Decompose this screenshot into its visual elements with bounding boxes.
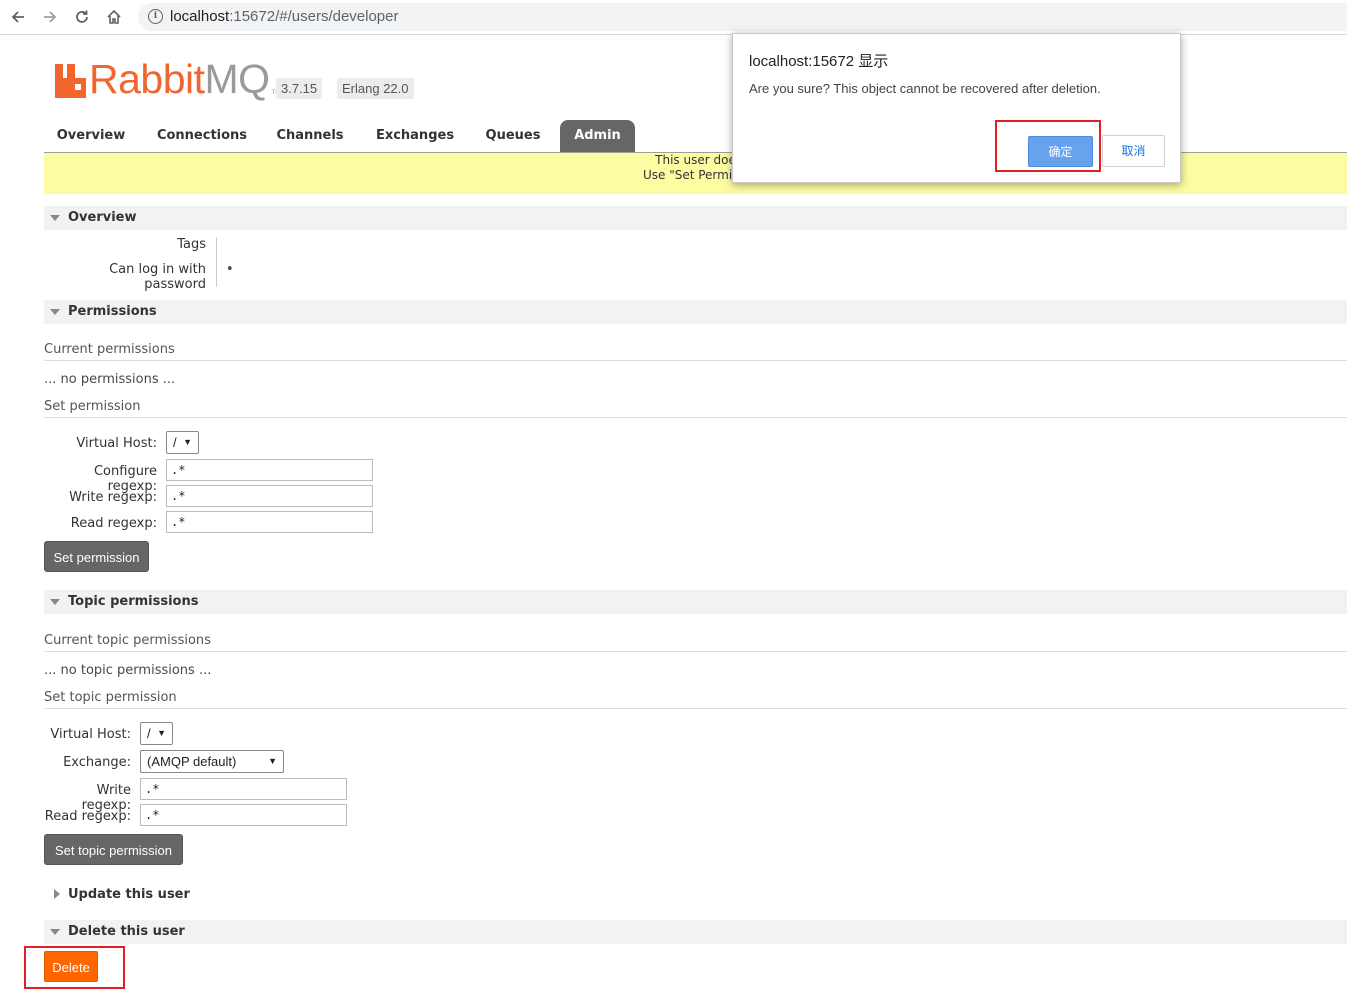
erlang-badge: Erlang 22.0 (337, 78, 414, 99)
url-host: localhost (170, 8, 230, 25)
tab-admin[interactable]: Admin (560, 120, 635, 152)
info-icon[interactable]: i (148, 9, 163, 24)
topic-vhost-select[interactable]: / ▼ (140, 722, 173, 745)
url-text[interactable]: localhost:15672/#/users/developer (170, 8, 399, 25)
write-regexp-input[interactable]: .* (166, 485, 373, 507)
forward-arrow-icon[interactable] (38, 6, 62, 28)
dropdown-caret-icon: ▼ (268, 756, 277, 766)
section-overview-header[interactable]: Overview (44, 206, 1347, 230)
home-icon[interactable] (102, 6, 126, 28)
topic-read-regexp-label: Read regexp: (44, 809, 131, 824)
address-bar[interactable]: i localhost:15672/#/users/developer (138, 3, 1347, 31)
no-permissions-text: ... no permissions ... (44, 372, 176, 387)
login-value: • (226, 262, 234, 277)
confirm-dialog: localhost:15672 显示 Are you sure? This ob… (732, 33, 1181, 183)
section-delete-user-title: Delete this user (68, 924, 185, 939)
dropdown-caret-icon: ▼ (157, 728, 166, 738)
section-permissions-title: Permissions (68, 304, 157, 319)
topic-vhost-label: Virtual Host: (50, 727, 131, 742)
section-update-user-header[interactable]: Update this user (44, 883, 1347, 907)
delete-highlight-box (24, 946, 125, 989)
set-permission-heading: Set permission (44, 399, 1347, 418)
topic-vhost-select-value: / (147, 726, 151, 741)
tab-channels[interactable]: Channels (270, 120, 350, 152)
vhost-label: Virtual Host: (76, 436, 157, 451)
topic-write-regexp-input[interactable]: .* (140, 778, 347, 800)
set-permission-button[interactable]: Set permission (44, 541, 149, 572)
rabbitmq-logo-icon (55, 64, 86, 98)
read-regexp-label: Read regexp: (70, 516, 157, 531)
logo-text: RabbitMQ (89, 56, 270, 102)
tab-exchanges[interactable]: Exchanges (370, 120, 460, 152)
collapse-triangle-icon (50, 599, 60, 605)
current-permissions-heading: Current permissions (44, 342, 1347, 361)
no-topic-permissions-text: ... no topic permissions ... (44, 663, 212, 678)
reload-icon[interactable] (70, 6, 94, 28)
collapse-triangle-icon (50, 215, 60, 221)
dialog-cancel-button[interactable]: 取消 (1102, 135, 1165, 167)
back-arrow-icon[interactable] (6, 6, 30, 28)
exchange-select-value: (AMQP default) (147, 754, 237, 769)
vhost-select-value: / (173, 435, 177, 450)
rabbitmq-logo[interactable]: RabbitMQ TM (55, 56, 280, 102)
version-badge: 3.7.15 (276, 78, 323, 99)
tags-label: Tags (177, 237, 206, 252)
collapse-triangle-icon (50, 309, 60, 315)
url-path: :15672/#/users/developer (229, 8, 399, 25)
tab-queues[interactable]: Queues (480, 120, 546, 152)
exchange-select[interactable]: (AMQP default) ▼ (140, 750, 284, 773)
topic-read-regexp-input[interactable]: .* (140, 804, 347, 826)
read-regexp-input[interactable]: .* (166, 511, 373, 533)
ok-highlight-box (995, 120, 1101, 172)
current-topic-permissions-heading: Current topic permissions (44, 633, 1347, 652)
browser-toolbar: i localhost:15672/#/users/developer (0, 0, 1347, 35)
section-topic-permissions-header[interactable]: Topic permissions (44, 590, 1347, 614)
section-delete-user-header[interactable]: Delete this user (44, 920, 1347, 944)
expand-triangle-icon (54, 889, 60, 899)
vhost-select[interactable]: / ▼ (166, 431, 199, 454)
section-update-user-title: Update this user (68, 887, 190, 902)
set-topic-permission-heading: Set topic permission (44, 690, 1347, 709)
section-topic-permissions-title: Topic permissions (68, 594, 199, 609)
set-topic-permission-button[interactable]: Set topic permission (44, 834, 183, 865)
dialog-title: localhost:15672 显示 (749, 53, 889, 70)
write-regexp-label: Write regexp: (69, 490, 157, 505)
dropdown-caret-icon: ▼ (183, 437, 192, 447)
tab-overview[interactable]: Overview (50, 120, 132, 152)
tab-connections[interactable]: Connections (150, 120, 254, 152)
section-permissions-header[interactable]: Permissions (44, 300, 1347, 324)
configure-regexp-input[interactable]: .* (166, 459, 373, 481)
dialog-message: Are you sure? This object cannot be reco… (749, 81, 1101, 96)
exchange-label: Exchange: (63, 755, 131, 770)
section-overview-title: Overview (68, 210, 137, 225)
collapse-triangle-icon (50, 929, 60, 935)
login-label: Can log in with password (109, 262, 206, 292)
overview-divider (216, 237, 217, 287)
